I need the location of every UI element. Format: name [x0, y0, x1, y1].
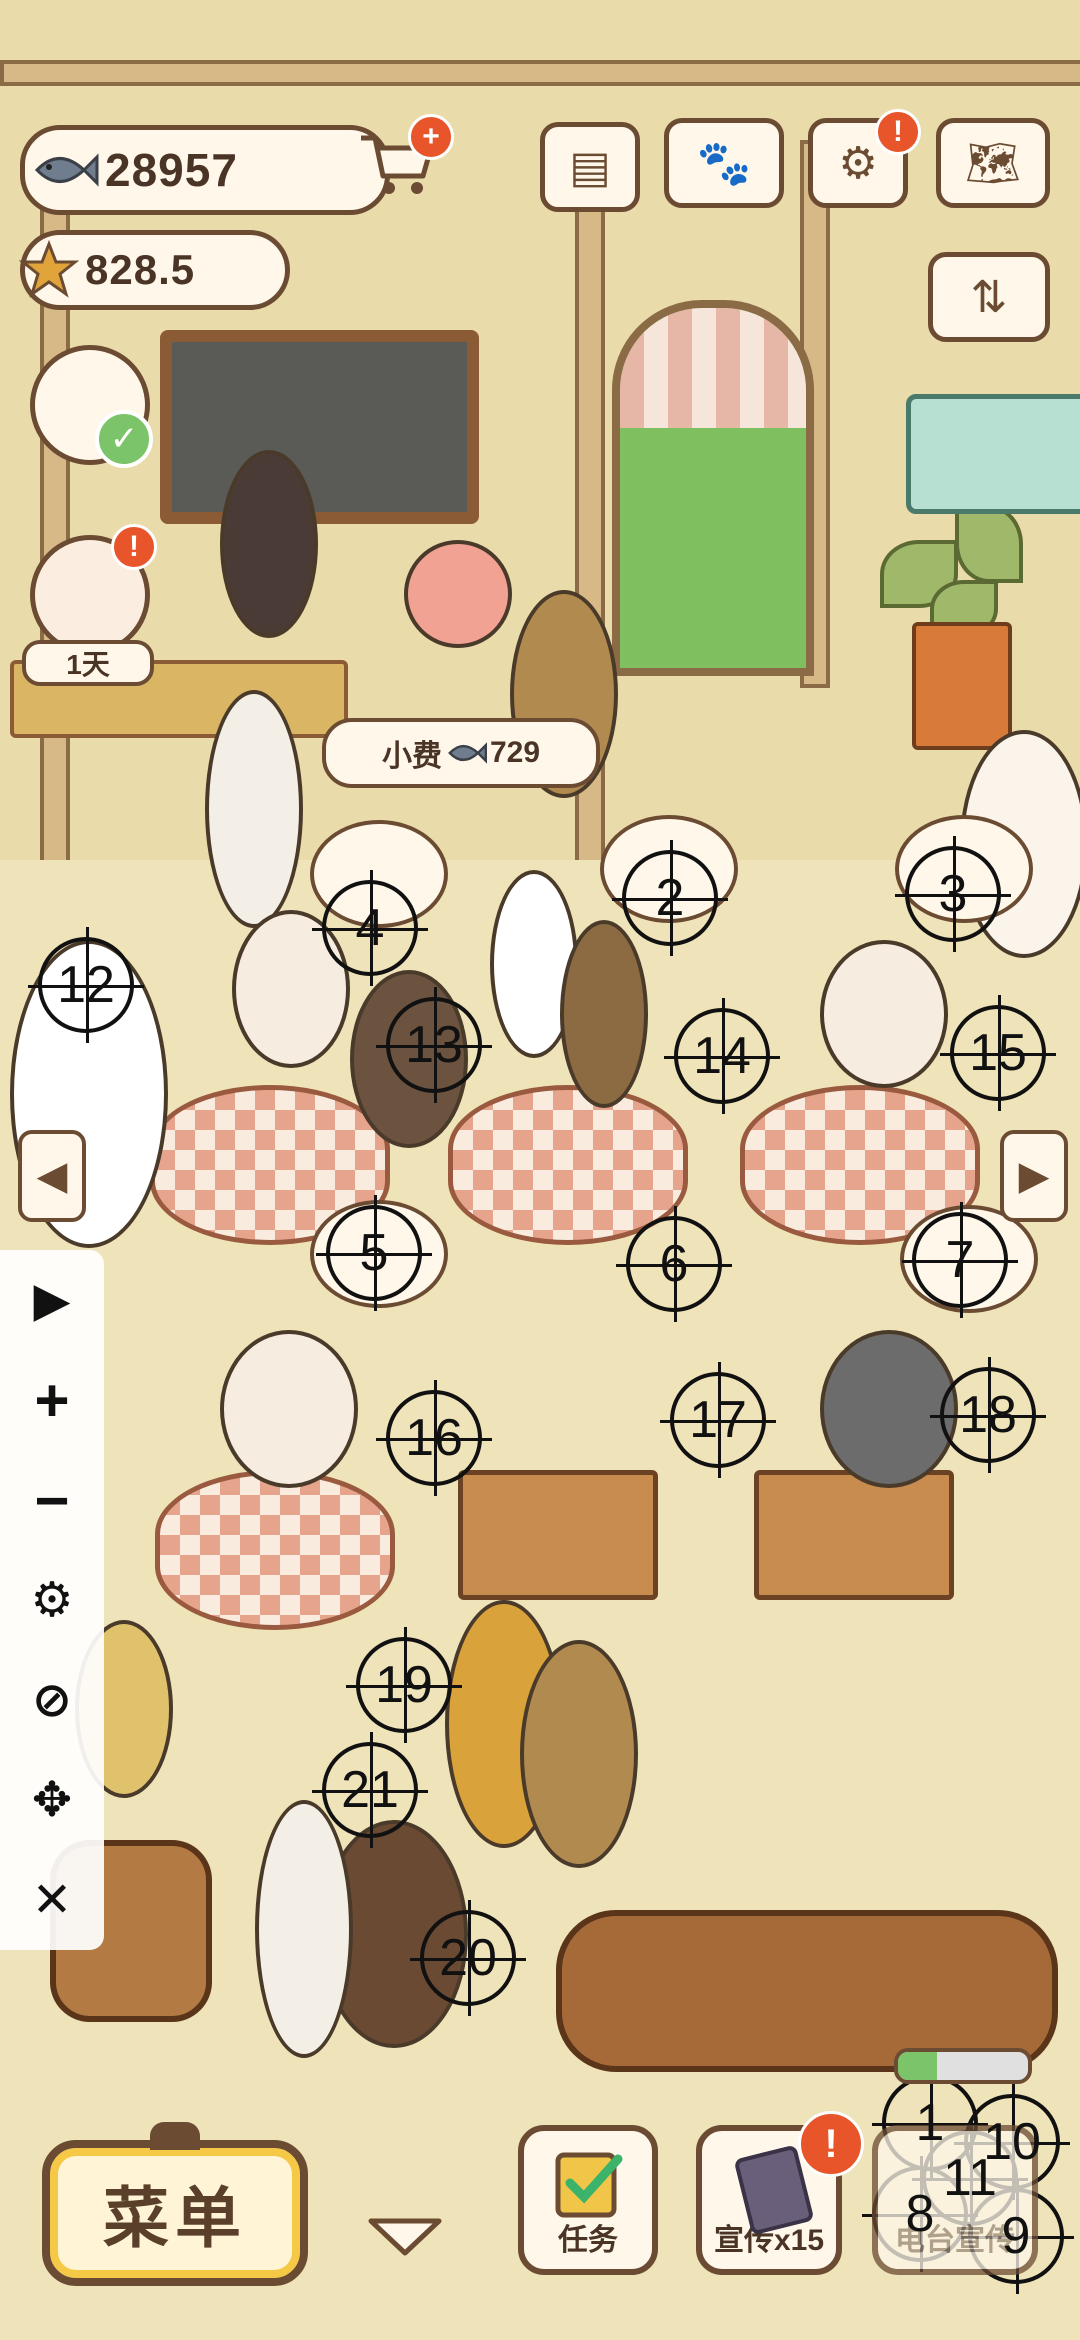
- menu-button[interactable]: 菜单: [42, 2122, 308, 2286]
- marker-6[interactable]: 6: [616, 1206, 732, 1322]
- collapse-chevron-icon[interactable]: [365, 2215, 445, 2259]
- fish-icon: [34, 153, 99, 187]
- chalkboard: [160, 330, 479, 524]
- scroll-right-button[interactable]: ▶: [1000, 1130, 1068, 1222]
- floating-toolbar: ▶ + − ⚙ ⊘ ✥ ✕: [0, 1250, 104, 1950]
- star-amount: 828.5: [85, 246, 196, 293]
- sort-icon: ⇅: [970, 272, 1008, 322]
- scroll-left-button[interactable]: ◀: [18, 1130, 86, 1222]
- arrow-right-icon: ▶: [1018, 1154, 1050, 1198]
- deer-customer[interactable]: [520, 1640, 638, 1868]
- pig-customer[interactable]: [404, 540, 512, 648]
- tip-label: 小费: [381, 740, 442, 773]
- marker-18[interactable]: 18: [930, 1357, 1046, 1473]
- marker-12[interactable]: 12: [28, 927, 144, 1043]
- star-currency-display: 828.5: [19, 230, 290, 310]
- zoom-in-icon: +: [34, 1366, 70, 1434]
- map-icon: 🗺: [965, 139, 1021, 188]
- zoom-out-icon: −: [34, 1466, 70, 1534]
- clipboard-clip-icon: [150, 2122, 200, 2150]
- hide-icon: ⊘: [31, 1674, 73, 1727]
- tip-amount: 729: [489, 736, 541, 769]
- mouse-customer[interactable]: [220, 1330, 358, 1488]
- move-icon: ✥: [31, 1774, 73, 1827]
- play-button[interactable]: ▶: [22, 1270, 82, 1330]
- arched-doorway: [612, 300, 814, 676]
- paw-book-icon: 🐾: [696, 139, 752, 188]
- badger-customer[interactable]: [255, 1800, 353, 2058]
- marker-5[interactable]: 5: [316, 1195, 432, 1311]
- settings-button[interactable]: ⚙ !: [808, 109, 921, 208]
- marker-19[interactable]: 19: [346, 1627, 462, 1743]
- radio-progress-fill: [898, 2052, 937, 2080]
- marker-3[interactable]: 3: [895, 836, 1011, 952]
- shop-cart-button[interactable]: +: [352, 114, 454, 208]
- alert-badge-icon: !: [798, 2111, 864, 2177]
- plant-leaf: [955, 505, 1023, 583]
- ceiling-beam: [0, 60, 1080, 86]
- mouse-customer[interactable]: [820, 940, 948, 1088]
- move-button[interactable]: ✥: [22, 1770, 82, 1830]
- alert-badge-icon: !: [875, 109, 921, 155]
- newspaper-button[interactable]: ▤: [540, 122, 640, 212]
- badger-customer[interactable]: [205, 690, 303, 928]
- zoom-in-button[interactable]: +: [22, 1367, 82, 1434]
- chef-cat-avatar[interactable]: ✓: [30, 345, 153, 468]
- dining-table[interactable]: [155, 1470, 395, 1630]
- layout-sort-button[interactable]: ⇅: [928, 252, 1050, 342]
- newspaper-icon: ▤: [569, 142, 611, 192]
- marker-14[interactable]: 14: [664, 998, 780, 1114]
- close-button[interactable]: ✕: [22, 1870, 82, 1930]
- arrow-left-icon: ◀: [36, 1154, 68, 1198]
- alert-badge-icon: !: [111, 524, 157, 570]
- settings-gear-icon: ⚙: [838, 138, 878, 188]
- marker-15[interactable]: 15: [940, 995, 1056, 1111]
- staff-day-label: 1天: [22, 640, 154, 686]
- map-button[interactable]: 🗺: [936, 118, 1050, 208]
- close-icon: ✕: [31, 1874, 73, 1927]
- add-badge-icon: +: [408, 114, 454, 160]
- marker-13[interactable]: 13: [376, 987, 492, 1103]
- marker-16[interactable]: 16: [376, 1380, 492, 1496]
- marker-17[interactable]: 17: [660, 1362, 776, 1478]
- check-icon: ✓: [95, 410, 153, 468]
- cat-waiter[interactable]: [220, 450, 318, 638]
- wooden-bench[interactable]: [754, 1470, 954, 1600]
- toolbar-settings-button[interactable]: ⚙: [22, 1570, 82, 1630]
- grey-mouse-customer[interactable]: [820, 1330, 958, 1488]
- hide-button[interactable]: ⊘: [22, 1670, 82, 1730]
- tasks-button[interactable]: 任务: [518, 2125, 658, 2275]
- checklist-icon: [555, 2152, 623, 2218]
- marker-2[interactable]: 2: [612, 840, 728, 956]
- fish-amount: 28957: [105, 144, 238, 196]
- tip-bubble[interactable]: 小费 729: [322, 718, 600, 788]
- zoom-out-button[interactable]: −: [22, 1467, 82, 1534]
- staff-cat-avatar[interactable]: !: [30, 524, 157, 655]
- collection-book-button[interactable]: 🐾: [664, 118, 784, 208]
- fish-icon: [448, 742, 487, 764]
- wooden-bench[interactable]: [458, 1470, 658, 1600]
- rabbit-customer[interactable]: [560, 920, 648, 1108]
- marker-7[interactable]: 7: [902, 1202, 1018, 1318]
- radio-progress-bar: [894, 2048, 1032, 2084]
- cat-poster[interactable]: [906, 394, 1080, 514]
- marker-4[interactable]: 4: [312, 870, 428, 986]
- plant-pot: [912, 622, 1012, 750]
- play-icon: ▶: [33, 1274, 71, 1327]
- marker-21[interactable]: 21: [312, 1732, 428, 1848]
- star-icon: [19, 240, 79, 298]
- settings-icon: ⚙: [30, 1574, 74, 1627]
- marker-20[interactable]: 20: [410, 1900, 526, 2016]
- promotion-button[interactable]: ! 宣传x15: [696, 2111, 864, 2275]
- menu-label: 菜单: [103, 2181, 247, 2255]
- fish-currency-display: 28957: [20, 125, 390, 215]
